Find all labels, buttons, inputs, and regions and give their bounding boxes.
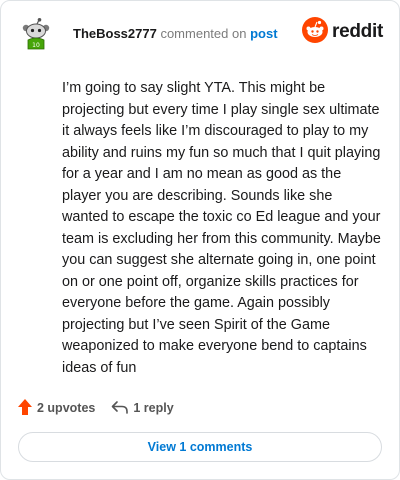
reply-count: 1 reply xyxy=(133,401,174,415)
reply-button[interactable]: 1 reply xyxy=(111,400,174,417)
reddit-wordmark: reddit xyxy=(332,21,383,42)
username-link[interactable]: TheBoss2777 xyxy=(73,26,157,41)
comment-actions: 2 upvotes 1 reply xyxy=(18,398,174,418)
svg-text:10: 10 xyxy=(32,42,40,49)
comment-header: 10 TheBoss2777 commented on post reddit xyxy=(15,15,385,51)
comment-body: I’m going to say slight YTA. This might … xyxy=(62,80,381,376)
upvote-button[interactable]: 2 upvotes xyxy=(18,398,96,418)
comment-meta: TheBoss2777 commented on post xyxy=(73,26,278,42)
reddit-logo[interactable]: reddit xyxy=(302,16,383,48)
reddit-logo-icon xyxy=(302,16,329,48)
post-link[interactable]: post xyxy=(250,26,277,41)
view-comments-button[interactable]: View 1 comments xyxy=(18,432,382,462)
action-text: commented on xyxy=(160,26,247,41)
upvote-count: 2 upvotes xyxy=(37,401,96,415)
reply-arrow-icon xyxy=(111,400,133,417)
upvote-arrow-icon xyxy=(18,398,37,418)
comment-card: 10 TheBoss2777 commented on post reddit … xyxy=(0,0,400,480)
snoo-avatar-icon[interactable]: 10 xyxy=(19,17,53,51)
